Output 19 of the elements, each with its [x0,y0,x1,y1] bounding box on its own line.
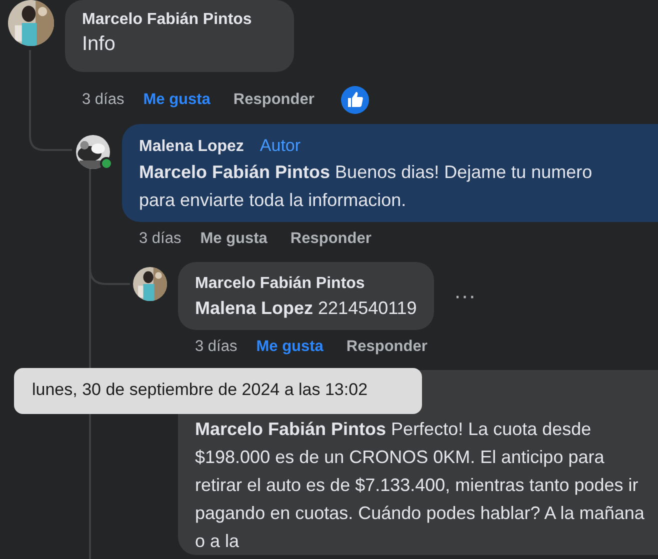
time-link[interactable]: 3 días [82,91,124,109]
like-link[interactable]: Me gusta [143,91,210,109]
reply-link[interactable]: Responder [290,230,372,248]
like-link[interactable]: Me gusta [256,338,324,356]
author-name[interactable]: Malena Lopez [139,136,244,156]
reply-link[interactable]: Responder [346,338,428,356]
time-link[interactable]: 3 días [195,338,238,356]
reply-link[interactable]: Responder [233,91,314,109]
time-link[interactable]: 3 días [139,230,182,248]
comment-text: Malena Lopez 2214540119 [195,297,417,320]
author-name[interactable]: Marcelo Fabián Pintos [195,273,365,294]
comment-text: Info [82,32,116,57]
more-options-button[interactable]: ··· [448,283,482,309]
like-reaction-icon[interactable] [341,86,370,114]
like-link[interactable]: Me gusta [200,230,268,248]
comment-text: Marcelo Fabián Pintos Buenos dias! Dejame tu numero para enviarte toda la informacion. [139,161,594,212]
author-name[interactable]: Marcelo Fabián Pintos [82,9,252,30]
comment-text: Marcelo Fabián Pintos Perfecto! La cuota desde $198.000 es de un CRONOS 0KM. El anticipo para retirar el auto es de $7.133.400, mientras tanto podes ir pagando en cuotas. Cuándo podes hablar? A la mañana o a la [195,418,646,553]
date-tooltip: lunes, 30 de septiembre de 2024 a las 13:02 [14,368,422,414]
